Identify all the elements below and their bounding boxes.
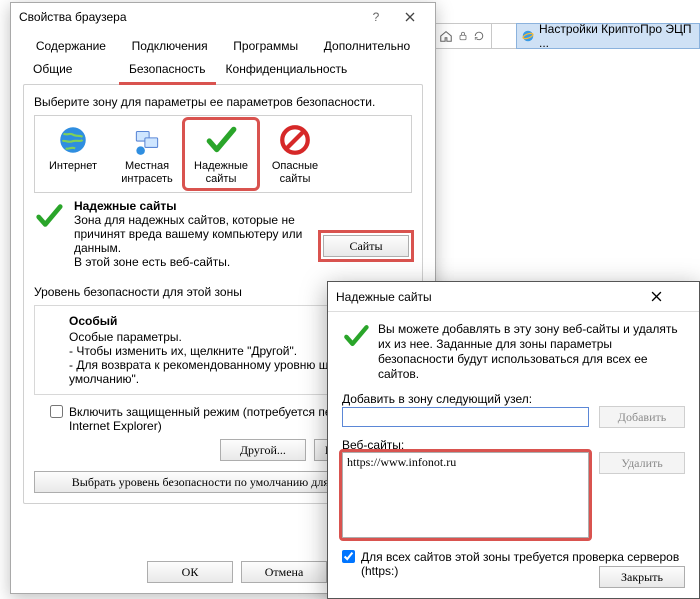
- tab-row-bottom: Общие Безопасность Конфиденциальность: [23, 58, 423, 85]
- add-site-label: Добавить в зону следующий узел:: [342, 392, 685, 406]
- checkmark-icon: [203, 122, 239, 158]
- close-button[interactable]: [651, 291, 691, 302]
- zone-label: Местная интрасеть: [111, 160, 183, 186]
- restricted-icon: [277, 122, 313, 158]
- add-site-input[interactable]: [342, 407, 589, 427]
- titlebar: Надежные сайты: [328, 282, 699, 312]
- browser-tab[interactable]: Настройки КриптоПро ЭЦП ...: [516, 23, 700, 49]
- zone-label: Опасные сайты: [259, 160, 331, 186]
- dialog-title: Надежные сайты: [336, 290, 432, 304]
- remove-site-button[interactable]: Удалить: [599, 452, 685, 474]
- tab-security[interactable]: Безопасность: [119, 58, 216, 85]
- tab-content[interactable]: Содержание: [23, 35, 119, 59]
- cancel-button[interactable]: Отмена: [241, 561, 327, 583]
- tab-connections[interactable]: Подключения: [119, 35, 221, 59]
- zone-description: Надежные сайты Зона для надежных сайтов,…: [34, 199, 412, 269]
- trusted-zone-title: Надежные сайты: [74, 199, 332, 213]
- checkmark-icon: [34, 199, 74, 269]
- custom-level-button[interactable]: Другой...: [220, 439, 306, 461]
- sites-button[interactable]: Сайты: [323, 235, 409, 257]
- home-icon[interactable]: [439, 29, 453, 43]
- dialog-title: Свойства браузера: [19, 10, 127, 24]
- ok-button[interactable]: ОК: [147, 561, 233, 583]
- tab-programs[interactable]: Программы: [220, 35, 311, 59]
- browser-tab-label: Настройки КриптоПро ЭЦП ...: [539, 22, 699, 50]
- checkmark-icon: [342, 322, 378, 382]
- ie-icon: [521, 29, 535, 43]
- trusted-zone-desc: Зона для надежных сайтов, которые не при…: [74, 213, 302, 269]
- sites-list-label: Веб-сайты:: [342, 438, 685, 452]
- zone-restricted[interactable]: Опасные сайты: [259, 120, 331, 188]
- add-site-button[interactable]: Добавить: [599, 406, 685, 428]
- zone-internet[interactable]: Интернет: [37, 120, 109, 188]
- sites-listbox[interactable]: https://www.infonot.ru: [342, 452, 589, 538]
- zone-label: Надежные сайты: [185, 160, 257, 186]
- tab-row-top: Содержание Подключения Программы Дополни…: [23, 35, 423, 59]
- trusted-sites-dialog: Надежные сайты Вы можете добавлять в эту…: [327, 281, 700, 599]
- protected-mode-input[interactable]: [50, 405, 63, 418]
- require-https-input[interactable]: [342, 550, 355, 563]
- lock-icon: [457, 30, 469, 42]
- tab-general[interactable]: Общие: [23, 58, 119, 85]
- trusted-sites-intro: Вы можете добавлять в эту зону веб-сайты…: [378, 322, 685, 382]
- zones-list: Интернет Местная интрасеть: [34, 115, 412, 193]
- intranet-icon: [129, 122, 165, 158]
- globe-icon: [55, 122, 91, 158]
- refresh-icon[interactable]: [473, 30, 485, 42]
- list-item[interactable]: https://www.infonot.ru: [347, 455, 584, 470]
- tab-advanced[interactable]: Дополнительно: [311, 35, 423, 59]
- zone-label: Интернет: [37, 160, 109, 186]
- titlebar: Свойства браузера ?: [11, 3, 435, 31]
- zone-trusted[interactable]: Надежные сайты: [185, 120, 257, 188]
- help-button[interactable]: ?: [359, 7, 393, 27]
- close-button[interactable]: [393, 7, 427, 27]
- tab-privacy[interactable]: Конфиденциальность: [216, 58, 423, 85]
- zone-prompt: Выберите зону для параметры ее параметро…: [34, 95, 412, 109]
- close-dialog-button[interactable]: Закрыть: [599, 566, 685, 588]
- zone-intranet[interactable]: Местная интрасеть: [111, 120, 183, 188]
